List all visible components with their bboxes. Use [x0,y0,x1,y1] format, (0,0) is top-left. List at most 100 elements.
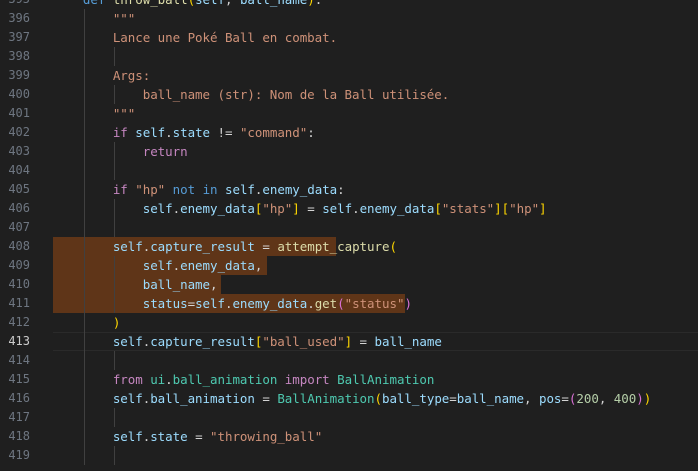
code-editor[interactable]: 395 def throw_ball(self, ball_name):396 … [0,0,698,471]
code-text: self.state = "throwing_ball" [53,427,322,446]
code-line[interactable]: 412 ) [0,313,698,332]
code-line[interactable]: 409 self.enemy_data, [0,256,698,275]
code-line[interactable]: 414 [0,351,698,370]
code-area: from ui.ball_animation import BallAnimat… [53,370,698,389]
code-token: ] [344,334,353,349]
code-token: = [561,391,569,406]
code-token: attempt_capture [277,239,390,254]
code-token: : [315,0,323,7]
code-line[interactable]: 395 def throw_ball(self, ball_name): [0,0,698,9]
code-token: ( [337,296,345,311]
code-area: if self.state != "command": [53,123,698,142]
code-token: self [142,201,173,216]
code-line[interactable]: 411 status=self.enemy_data.get("status") [0,294,698,313]
code-token: "hp" [135,182,166,197]
code-text: self.enemy_data["hp"] = self.enemy_data[… [53,199,547,218]
line-number: 410 [8,277,30,291]
code-line[interactable]: 419 [0,446,698,465]
code-line[interactable]: 404 [0,161,698,180]
code-token: enemy_data [262,182,338,197]
code-text: """ [53,9,135,28]
code-token: "status" [344,296,405,311]
code-token: , [524,391,539,406]
code-token: pos [538,391,562,406]
code-token: ( [374,391,383,406]
code-line[interactable]: 408 self.capture_result = attempt_captur… [0,237,698,256]
code-line[interactable]: 400 ball_name (str): Nom de la Ball util… [0,85,698,104]
code-line[interactable]: 398 [0,47,698,66]
code-token: ball_type [381,391,450,406]
code-area: """ [53,104,698,123]
line-number: 395 [0,0,30,9]
code-line[interactable]: 405 if "hp" not in self.enemy_data: [0,180,698,199]
line-number: 403 [8,144,30,158]
code-token: if [112,125,128,140]
code-token: status [142,296,188,311]
code-token: "hp" [262,201,293,216]
code-area: Lance une Poké Ball en combat. [53,28,698,47]
code-token: self [112,429,143,444]
code-line[interactable]: 410 ball_name, [0,275,698,294]
code-token: Lance une Poké Ball en combat. [112,30,338,45]
code-line[interactable]: 403 return [0,142,698,161]
code-line[interactable]: 397 Lance une Poké Ball en combat. [0,28,698,47]
code-token: ] [539,201,547,216]
code-token: ball_animation [150,391,255,406]
code-token: def [83,0,105,7]
code-text: self.enemy_data, [53,256,263,275]
line-number: 413 [8,334,30,348]
code-area: self.state = "throwing_ball" [53,427,698,446]
line-number: 412 [8,315,30,329]
code-line[interactable]: 407 [0,218,698,237]
code-text: if self.state != "command": [53,123,315,142]
line-number: 406 [8,201,30,215]
code-token: enemy_data [232,296,308,311]
code-token: ) [404,296,412,311]
code-area: self.capture_result["ball_used"] = ball_… [53,332,698,351]
code-area [53,218,698,237]
code-line[interactable]: 402 if self.state != "command": [0,123,698,142]
code-token: = [352,334,375,349]
code-line[interactable]: 418 self.state = "throwing_ball" [0,427,698,446]
line-number: 414 [8,353,30,367]
code-token: ( [389,239,397,254]
line-number: 416 [8,391,30,405]
code-line[interactable]: 396 """ [0,9,698,28]
code-token: , [254,258,263,273]
code-token: ball_animation [172,372,278,387]
line-number: 401 [8,106,30,120]
code-line[interactable]: 413 self.capture_result["ball_used"] = b… [0,332,698,351]
code-area: def throw_ball(self, ball_name): [53,0,698,9]
code-line[interactable]: 415 from ui.ball_animation import BallAn… [0,370,698,389]
indent-guide [114,351,115,370]
code-line[interactable]: 401 """ [0,104,698,123]
code-token: = [187,296,196,311]
code-token: . [165,125,173,140]
code-token: . [172,201,181,216]
code-token: . [165,372,173,387]
code-token: Args: [112,68,151,83]
code-token: . [307,296,315,311]
code-token: ) [636,391,644,406]
code-token: "hp" [509,201,540,216]
code-line[interactable]: 406 self.enemy_data["hp"] = self.enemy_d… [0,199,698,218]
code-token: capture_result [150,239,255,254]
code-area [53,351,698,370]
indent-guide [84,47,85,66]
line-number: 419 [8,448,30,462]
code-line[interactable]: 399 Args: [0,66,698,85]
code-line[interactable]: 416 self.ball_animation = BallAnimation(… [0,389,698,408]
code-token: 400 [613,391,637,406]
code-line[interactable]: 417 [0,408,698,427]
code-area: self.enemy_data["hp"] = self.enemy_data[… [53,199,698,218]
indent-guide [84,408,85,427]
